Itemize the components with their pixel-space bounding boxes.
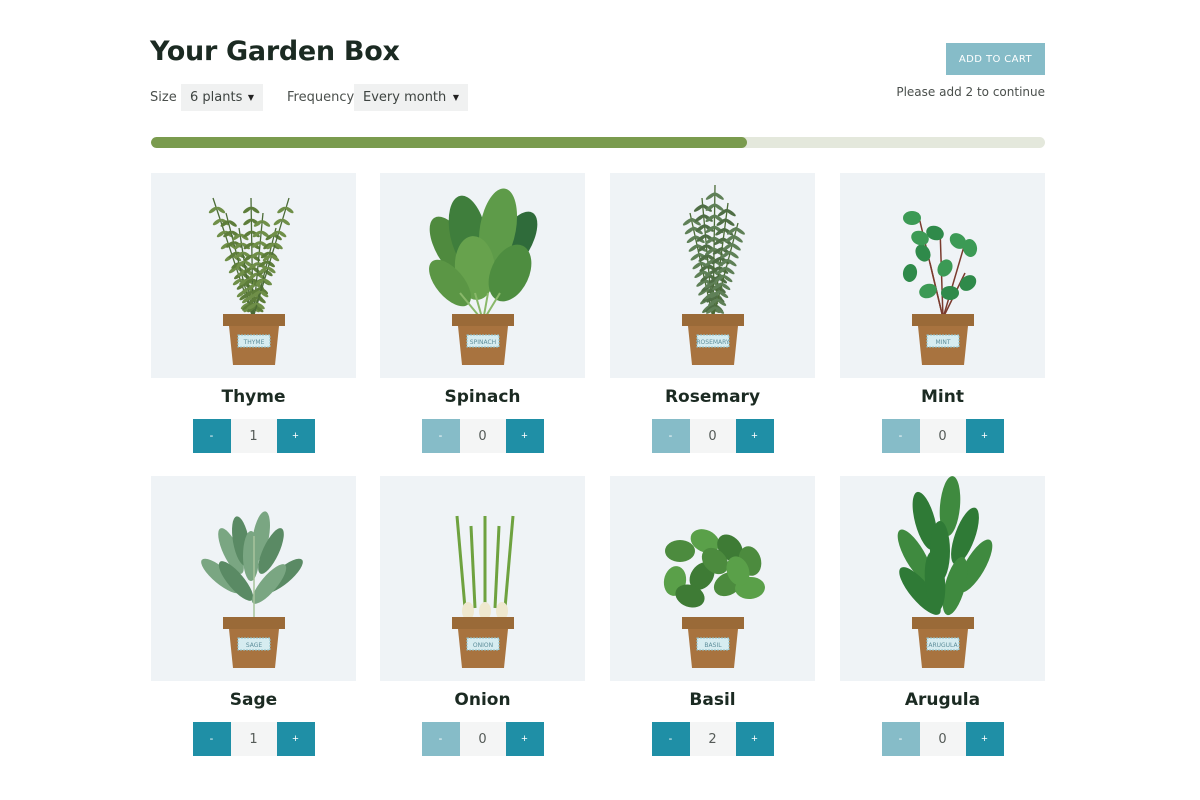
- plant-card-arugula: ARUGULA Arugula - 0 +: [840, 476, 1045, 756]
- quantity-value: 0: [459, 419, 506, 453]
- pot-tag-label: ROSEMARY: [696, 339, 730, 346]
- pot-tag-label: BASIL: [704, 642, 722, 649]
- decrease-button[interactable]: -: [881, 722, 920, 756]
- pot-label-basil: BASIL: [682, 617, 744, 668]
- plant-name: Rosemary: [664, 387, 761, 407]
- pot-tag-label: SPINACH: [470, 339, 496, 346]
- quantity-value: 0: [919, 722, 966, 756]
- quantity-stepper: - 1 +: [151, 722, 356, 756]
- plant-name: Arugula: [904, 690, 981, 710]
- pot-tag-label: SAGE: [246, 642, 263, 649]
- plant-name: Sage: [229, 690, 278, 710]
- pot-label-mint: MINT: [912, 314, 974, 365]
- arugula-illustration: ARUGULA: [840, 476, 1045, 681]
- quantity-value: 0: [919, 419, 966, 453]
- pot-label-arugula: ARUGULA: [912, 617, 974, 668]
- pot-tag-label: THYME: [243, 339, 265, 346]
- increase-button[interactable]: +: [276, 419, 315, 453]
- sage-illustration: SAGE: [151, 476, 356, 681]
- plant-card-sage: SAGE Sage - 1 +: [151, 476, 356, 756]
- increase-button[interactable]: +: [276, 722, 315, 756]
- mint-illustration: MINT: [840, 173, 1045, 378]
- quantity-stepper: - 0 +: [610, 419, 815, 453]
- pot-label-rosemary: ROSEMARY: [682, 314, 744, 365]
- quantity-stepper: - 2 +: [610, 722, 815, 756]
- quantity-stepper: - 0 +: [380, 419, 585, 453]
- plant-card-onion: ONION Onion - 0 +: [380, 476, 585, 756]
- quantity-value: 0: [459, 722, 506, 756]
- plant-name: Spinach: [444, 387, 521, 407]
- thyme-illustration: THYME: [151, 173, 356, 378]
- increase-button[interactable]: +: [965, 419, 1004, 453]
- decrease-button[interactable]: -: [421, 722, 460, 756]
- quantity-stepper: - 0 +: [840, 722, 1045, 756]
- basil-illustration: BASIL: [610, 476, 815, 681]
- quantity-value: 1: [230, 722, 277, 756]
- spinach-illustration: SPINACH: [380, 173, 585, 378]
- decrease-button[interactable]: -: [421, 419, 460, 453]
- quantity-value: 1: [230, 419, 277, 453]
- increase-button[interactable]: +: [505, 722, 544, 756]
- plant-name: Thyme: [221, 387, 286, 407]
- plant-name: Onion: [454, 690, 511, 710]
- pot-label-sage: SAGE: [223, 617, 285, 668]
- quantity-stepper: - 0 +: [380, 722, 585, 756]
- plant-card-rosemary: ROSEMARY Rosemary - 0 +: [610, 173, 815, 453]
- decrease-button[interactable]: -: [651, 722, 690, 756]
- onion-illustration: ONION: [380, 476, 585, 681]
- pot-label-onion: ONION: [452, 617, 514, 668]
- plant-card-basil: BASIL Basil - 2 +: [610, 476, 815, 756]
- plant-card-mint: MINT Mint - 0 +: [840, 173, 1045, 453]
- increase-button[interactable]: +: [735, 419, 774, 453]
- decrease-button[interactable]: -: [651, 419, 690, 453]
- plant-grid: THYME Thyme - 1 + SPINACH Spinach - 0 +: [0, 0, 1200, 800]
- decrease-button[interactable]: -: [192, 419, 231, 453]
- pot-label-thyme: THYME: [223, 314, 285, 365]
- rosemary-illustration: ROSEMARY: [610, 173, 815, 378]
- quantity-value: 0: [689, 419, 736, 453]
- quantity-stepper: - 0 +: [840, 419, 1045, 453]
- quantity-value: 2: [689, 722, 736, 756]
- pot-tag-label: ARUGULA: [928, 642, 958, 649]
- quantity-stepper: - 1 +: [151, 419, 356, 453]
- increase-button[interactable]: +: [505, 419, 544, 453]
- pot-tag-label: ONION: [473, 642, 493, 649]
- plant-card-thyme: THYME Thyme - 1 +: [151, 173, 356, 453]
- decrease-button[interactable]: -: [881, 419, 920, 453]
- plant-name: Basil: [689, 690, 736, 710]
- plant-name: Mint: [921, 387, 964, 407]
- pot-tag-label: MINT: [935, 339, 950, 346]
- decrease-button[interactable]: -: [192, 722, 231, 756]
- increase-button[interactable]: +: [965, 722, 1004, 756]
- pot-label-spinach: SPINACH: [452, 314, 514, 365]
- increase-button[interactable]: +: [735, 722, 774, 756]
- plant-card-spinach: SPINACH Spinach - 0 +: [380, 173, 585, 453]
